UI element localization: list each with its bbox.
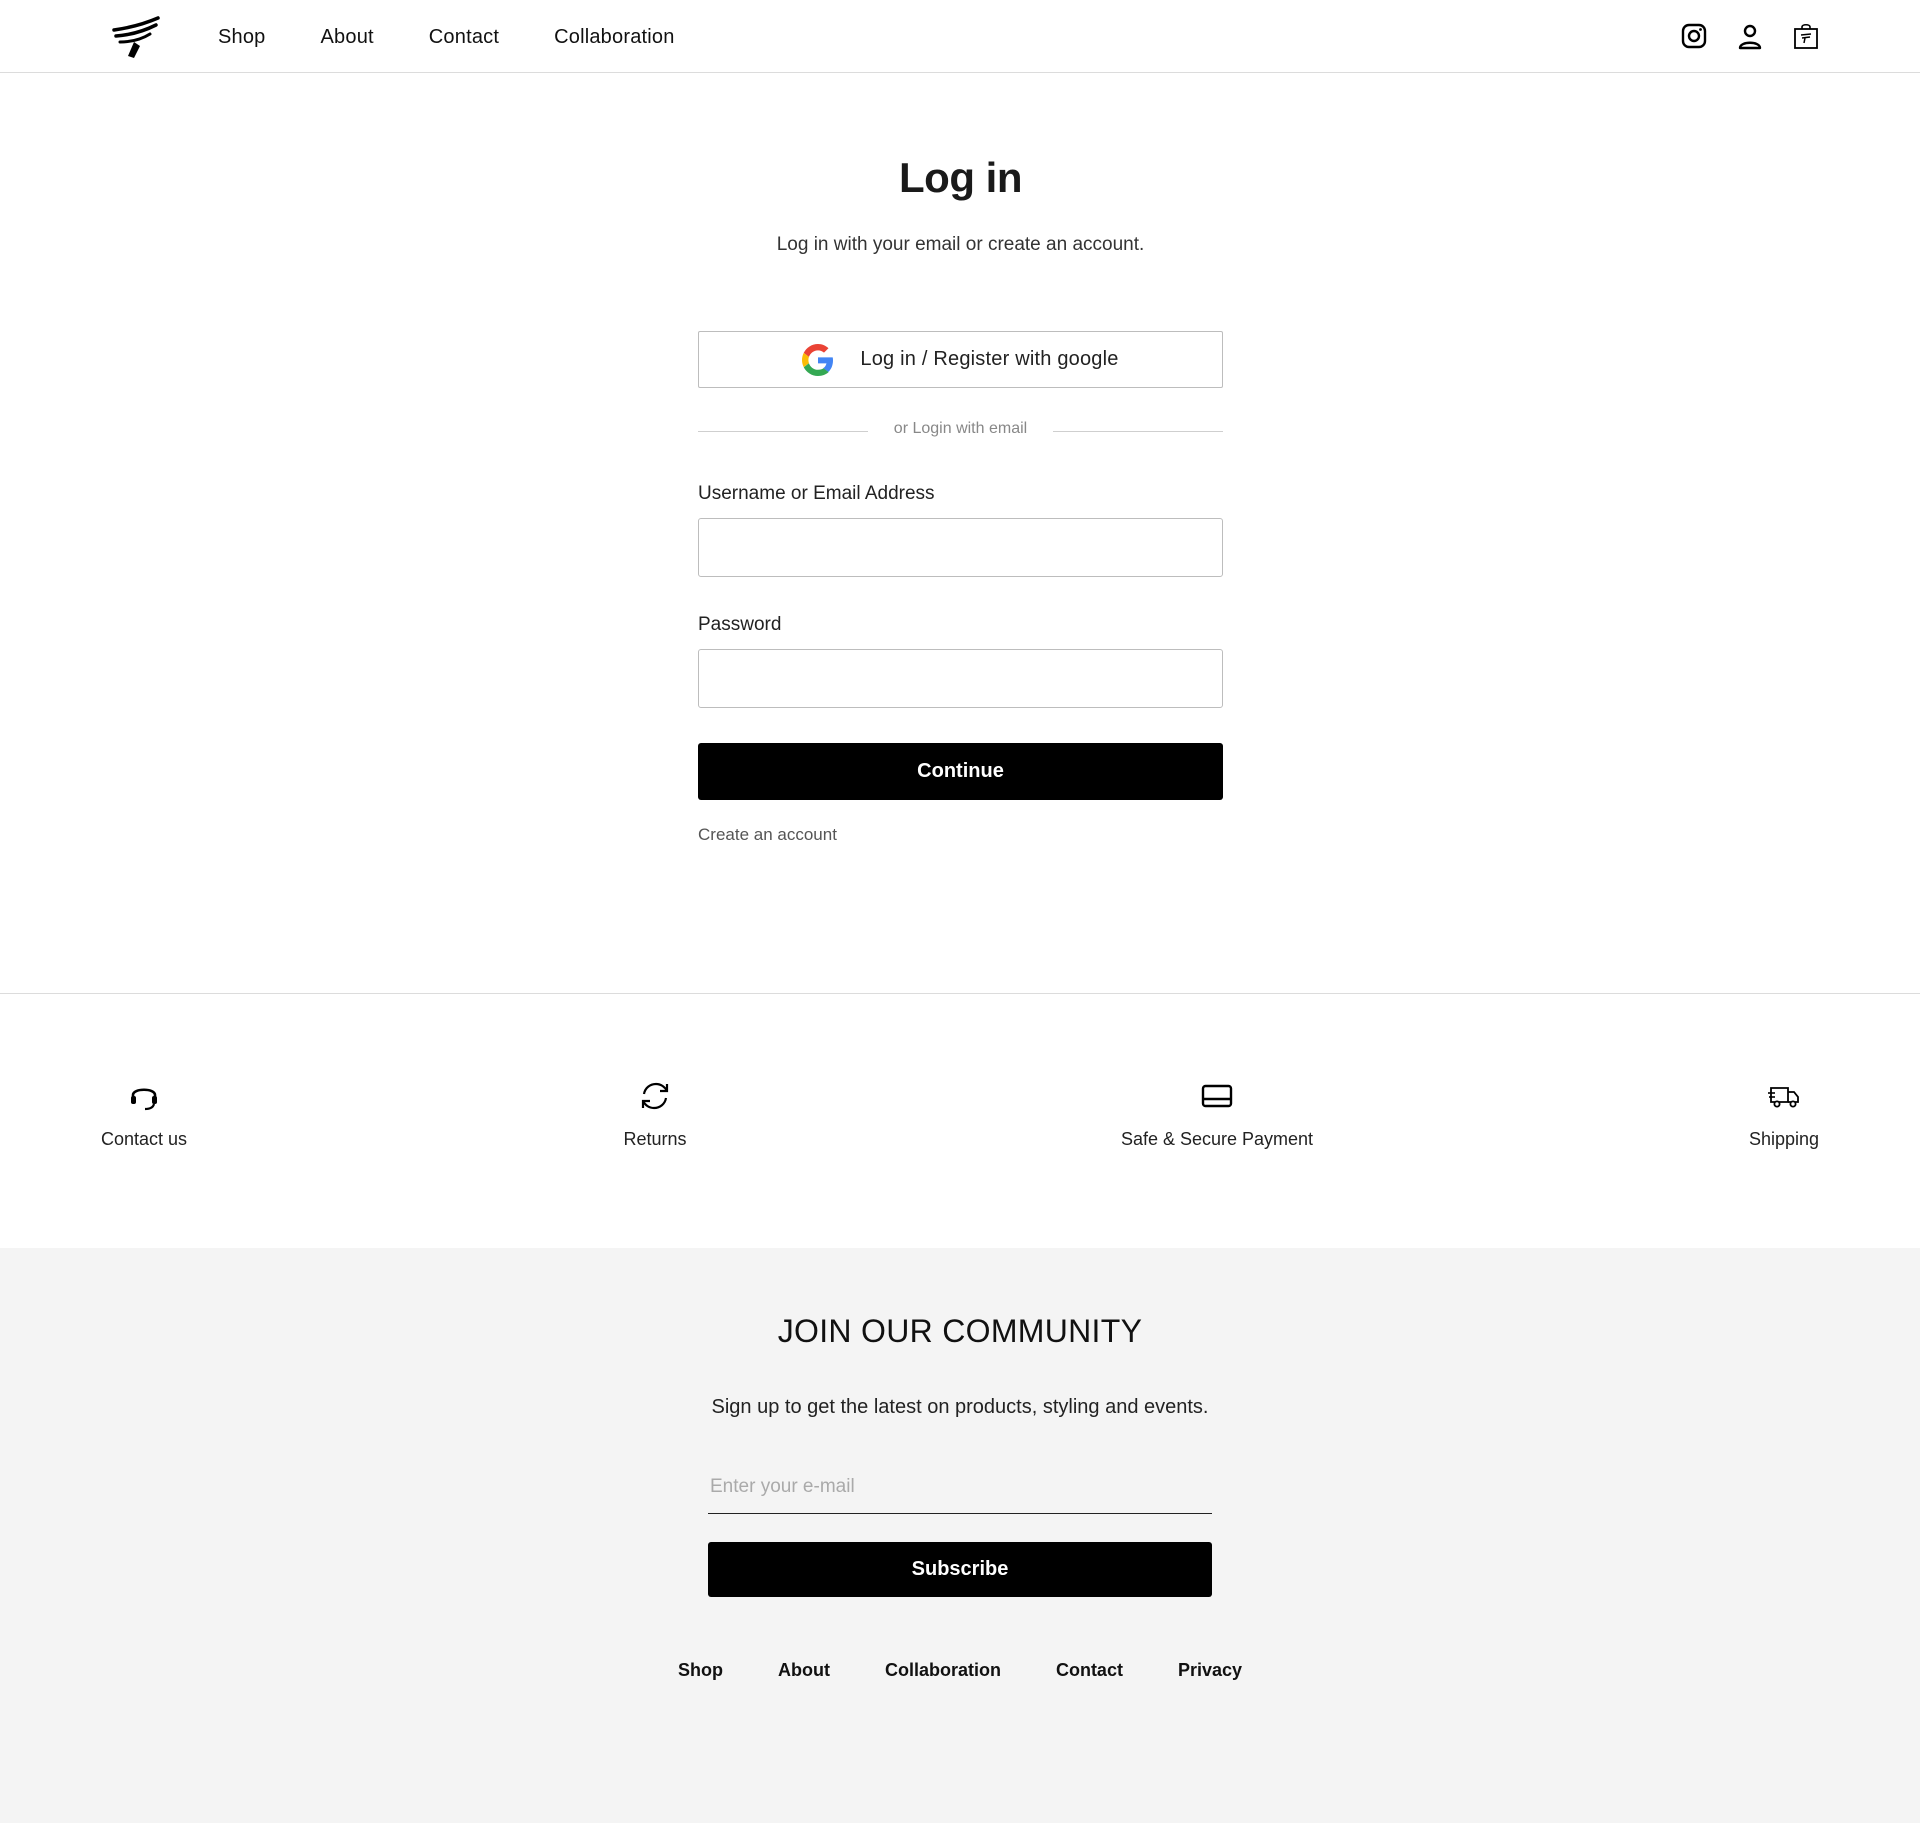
user-icon[interactable] [1736, 22, 1764, 50]
features-bar: Contact us Returns Safe & Secure Payment… [0, 993, 1920, 1248]
footer-link-privacy[interactable]: Privacy [1178, 1660, 1242, 1681]
footer-link-about[interactable]: About [778, 1660, 830, 1681]
footer-link-contact[interactable]: Contact [1056, 1660, 1123, 1681]
newsletter-email-input[interactable] [708, 1460, 1212, 1514]
login-subtitle: Log in with your email or create an acco… [776, 234, 1145, 255]
google-login-label: Log in / Register with google [860, 348, 1119, 370]
page-title: Log in [899, 154, 1022, 201]
create-account-link[interactable]: Create an account [698, 825, 837, 845]
footer-nav: Shop About Collaboration Contact Privacy [0, 1660, 1920, 1681]
header-icons [1680, 22, 1820, 50]
community-subtitle: Sign up to get the latest on products, s… [711, 1396, 1209, 1418]
community-title: JOIN OUR COMMUNITY [777, 1313, 1143, 1349]
site-header: Shop About Contact Collaboration [0, 0, 1920, 73]
divider-text: or Login with email [893, 420, 1028, 437]
login-divider: or Login with email [698, 420, 1223, 442]
nav-contact[interactable]: Contact [429, 26, 499, 49]
truck-icon [1768, 1087, 1799, 1108]
brand-logo-icon [112, 16, 160, 58]
google-login-button[interactable]: Log in / Register with google [698, 331, 1223, 388]
username-input[interactable] [698, 518, 1223, 577]
footer-link-collaboration[interactable]: Collaboration [885, 1660, 1001, 1681]
feature-shipping[interactable]: Shipping [1634, 1079, 1920, 1150]
feature-returns[interactable]: Returns [505, 1079, 805, 1150]
password-label: Password [698, 614, 782, 635]
headset-icon [131, 1088, 157, 1111]
feature-label: Shipping [1748, 1129, 1820, 1149]
footer-link-shop[interactable]: Shop [678, 1660, 723, 1681]
nav-collaboration[interactable]: Collaboration [554, 26, 674, 49]
google-icon [802, 343, 834, 376]
community-section: JOIN OUR COMMUNITY Sign up to get the la… [0, 1248, 1920, 1823]
nav-about[interactable]: About [321, 26, 374, 49]
refresh-icon [641, 1082, 669, 1110]
main-nav: Shop About Contact Collaboration [218, 26, 675, 49]
password-input[interactable] [698, 649, 1223, 708]
feature-secure-payment[interactable]: Safe & Secure Payment [1067, 1079, 1367, 1150]
subscribe-button[interactable]: Subscribe [708, 1542, 1212, 1597]
nav-shop[interactable]: Shop [218, 26, 266, 49]
credit-card-icon [1201, 1084, 1233, 1108]
instagram-icon[interactable] [1680, 22, 1708, 50]
brand-logo[interactable] [110, 16, 162, 60]
shopping-bag-icon[interactable] [1792, 22, 1820, 50]
feature-label: Contact us [100, 1129, 188, 1149]
feature-label: Returns [623, 1129, 687, 1149]
divider-line-right [1053, 431, 1223, 432]
username-label: Username or Email Address [698, 483, 935, 504]
feature-label: Safe & Secure Payment [1120, 1129, 1314, 1149]
feature-contact-us[interactable]: Contact us [0, 1079, 294, 1150]
continue-button[interactable]: Continue [698, 743, 1223, 800]
